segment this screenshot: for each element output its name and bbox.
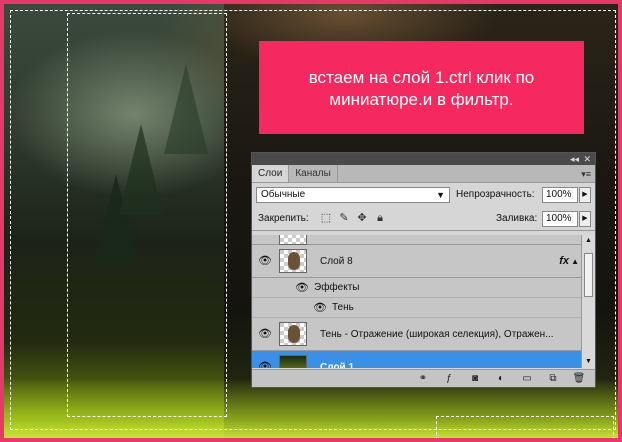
opacity-input[interactable]: 100%: [542, 187, 578, 203]
new-group-icon[interactable]: ▭: [519, 371, 535, 387]
layers-panel: ◂◂ ✕ Слои Каналы ▾≡ Обычные ▼ Непрозрачн…: [251, 152, 596, 388]
layers-scrollbar[interactable]: ▲ ▼: [581, 235, 595, 368]
lock-transparency-icon[interactable]: ⬚: [320, 211, 332, 225]
lock-row: Закрепить: ⬚ ✎ ✥ 🔒︎ Заливка: 100% ▶: [252, 207, 595, 231]
trash-icon[interactable]: 🗑︎: [571, 371, 587, 387]
tab-channels[interactable]: Каналы: [289, 165, 338, 182]
eye-icon[interactable]: 👁︎: [255, 253, 275, 269]
eye-icon[interactable]: 👁︎: [292, 280, 312, 296]
layer-row-partial[interactable]: [252, 235, 581, 245]
tab-layers[interactable]: Слои: [252, 165, 290, 182]
scroll-up-icon[interactable]: ▲: [582, 235, 595, 247]
panel-bottom-bar: ⚭ ƒ ◙ ◐ ▭ ⧉ 🗑︎: [252, 369, 595, 387]
layer-name: Тень - Отражение (широкая селекция), Отр…: [320, 329, 554, 340]
lock-label: Закрепить:: [258, 213, 309, 224]
banner-text: встаем на слой 1.ctrl клик по миниатюре.…: [308, 68, 535, 109]
blend-row: Обычные ▼ Непрозрачность: 100% ▶: [252, 183, 595, 207]
close-icon[interactable]: ✕: [583, 153, 591, 165]
scrollbar-thumb[interactable]: [584, 253, 593, 297]
new-layer-icon[interactable]: ⧉: [545, 371, 561, 387]
add-style-icon[interactable]: ƒ: [441, 371, 457, 387]
lock-icons: ⬚ ✎ ✥ 🔒︎: [320, 211, 386, 225]
add-mask-icon[interactable]: ◙: [467, 371, 483, 387]
lock-all-icon[interactable]: 🔒︎: [374, 211, 386, 225]
eye-icon[interactable]: 👁︎: [255, 359, 275, 368]
effect-item-row[interactable]: 👁︎ Тень: [252, 298, 581, 318]
collapse-icon[interactable]: ◂◂: [570, 153, 579, 165]
eye-icon[interactable]: 👁︎: [310, 300, 330, 316]
adjustment-layer-icon[interactable]: ◐: [493, 371, 509, 387]
link-layers-icon[interactable]: ⚭: [415, 371, 431, 387]
layer-row-selected[interactable]: 👁︎ Слой 1: [252, 351, 581, 368]
effects-label: Эффекты: [314, 282, 360, 293]
fx-icon[interactable]: fx: [559, 245, 569, 278]
tree-shape: [164, 64, 208, 154]
eye-icon[interactable]: 👁︎: [255, 326, 275, 342]
layers-list: 👁︎ Слой 8 fx ▲ 👁︎ Эффекты 👁︎ Тень 👁︎ Тен…: [252, 235, 581, 368]
effects-row[interactable]: 👁︎ Эффекты: [252, 278, 581, 298]
layer-thumbnail: [279, 235, 307, 245]
document-canvas[interactable]: встаем на слой 1.ctrl клик по миниатюре.…: [0, 0, 622, 442]
layer-thumbnail[interactable]: [279, 355, 307, 368]
tree-shape: [119, 124, 163, 214]
fill-input[interactable]: 100%: [542, 211, 578, 227]
dropdown-arrow-icon: ▼: [436, 190, 445, 200]
lock-position-icon[interactable]: ✥: [356, 211, 368, 225]
layer-thumbnail[interactable]: [279, 322, 307, 346]
layer-row[interactable]: 👁︎ Слой 8 fx ▲: [252, 245, 581, 278]
fill-slider-button[interactable]: ▶: [579, 211, 591, 227]
opacity-label: Непрозрачность:: [456, 189, 535, 200]
opacity-slider-button[interactable]: ▶: [579, 187, 591, 203]
scroll-down-icon[interactable]: ▼: [582, 356, 595, 368]
fill-label: Заливка:: [496, 213, 538, 224]
instruction-banner: встаем на слой 1.ctrl клик по миниатюре.…: [259, 41, 584, 134]
layer-name: Слой 8: [320, 256, 353, 267]
panel-tabs: Слои Каналы ▾≡: [252, 165, 595, 183]
panel-bottom-icons: ⚭ ƒ ◙ ◐ ▭ ⧉ 🗑︎: [415, 371, 587, 387]
expand-effects-icon[interactable]: ▲: [571, 245, 579, 278]
portrait-shape: [288, 325, 300, 343]
layer-row[interactable]: 👁︎ Тень - Отражение (широкая селекция), …: [252, 318, 581, 351]
portrait-shape: [288, 252, 300, 270]
effect-item-label: Тень: [332, 302, 354, 313]
lock-pixels-icon[interactable]: ✎: [338, 211, 350, 225]
panel-titlebar[interactable]: ◂◂ ✕: [252, 153, 595, 165]
blend-mode-value: Обычные: [261, 189, 306, 200]
layer-name: Слой 1: [320, 362, 355, 368]
layer-thumbnail[interactable]: [279, 249, 307, 273]
blend-mode-select[interactable]: Обычные ▼: [256, 187, 450, 203]
panel-menu-icon[interactable]: ▾≡: [581, 165, 591, 183]
